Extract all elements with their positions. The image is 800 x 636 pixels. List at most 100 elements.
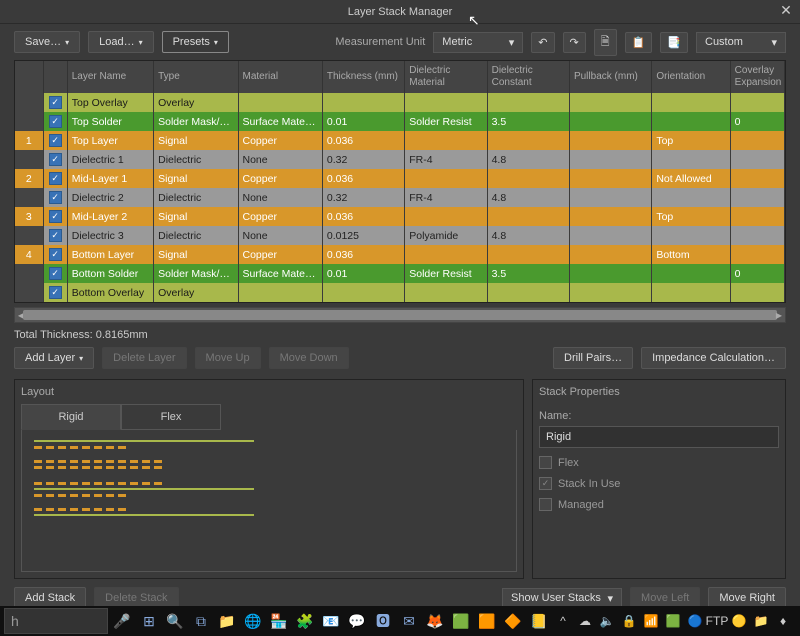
taskbar-app-icon[interactable]: 💬	[344, 608, 370, 634]
title-bar: Layer Stack Manager ✕	[0, 0, 800, 24]
row-checkbox[interactable]: ✓	[49, 172, 62, 185]
table-row[interactable]: 4✓Bottom LayerSignalCopper0.036Bottom	[15, 245, 785, 264]
tray-icon[interactable]: 🔈	[598, 612, 616, 630]
redo-button[interactable]: ↷	[563, 32, 586, 53]
row-checkbox[interactable]: ✓	[49, 191, 62, 204]
column-header[interactable]: Thickness (mm)	[322, 61, 404, 93]
undo-button[interactable]: ↶	[531, 32, 554, 53]
taskbar-app-icon[interactable]: 📁	[214, 608, 240, 634]
taskbar-app-icon[interactable]: 🏪	[266, 608, 292, 634]
taskbar-search[interactable]: h	[4, 608, 108, 634]
column-header[interactable]: Coverlay Expansion	[730, 61, 784, 93]
close-icon[interactable]: ✕	[778, 2, 794, 18]
table-row[interactable]: ✓Top OverlayOverlay	[15, 93, 785, 112]
column-header[interactable]	[15, 61, 43, 93]
taskbar-app-icon[interactable]: 🟩	[448, 608, 474, 634]
row-checkbox[interactable]: ✓	[49, 134, 62, 147]
taskbar-app-icon[interactable]: ⧉	[188, 608, 214, 634]
tray-icon[interactable]: 📶	[642, 612, 660, 630]
table-row[interactable]: ✓Dielectric 2DielectricNone0.32FR-44.8	[15, 188, 785, 207]
drill-pairs-button[interactable]: Drill Pairs…	[553, 347, 633, 369]
stack-in-use-label: Stack In Use	[558, 478, 620, 490]
taskbar-app-icon[interactable]: 🔶	[500, 608, 526, 634]
row-checkbox[interactable]: ✓	[49, 286, 62, 299]
taskbar-app-icon[interactable]: 📧	[318, 608, 344, 634]
column-header[interactable]: Material	[238, 61, 322, 93]
tray-icon[interactable]: FTP	[708, 612, 726, 630]
move-down-button[interactable]: Move Down	[269, 347, 349, 369]
tray-icon[interactable]: ☁	[576, 612, 594, 630]
taskbar-app-icon[interactable]: 🟧	[474, 608, 500, 634]
row-checkbox[interactable]: ✓	[49, 210, 62, 223]
column-header[interactable]: Dielectric Material	[405, 61, 487, 93]
measurement-unit-label: Measurement Unit	[335, 36, 425, 48]
tab-flex[interactable]: Flex	[121, 404, 221, 430]
custom-select[interactable]: Custom▾	[696, 32, 786, 53]
layout-title: Layout	[21, 386, 517, 398]
row-checkbox[interactable]: ✓	[49, 229, 62, 242]
tray-icon[interactable]: 🟩	[664, 612, 682, 630]
impedance-button[interactable]: Impedance Calculation…	[641, 347, 786, 369]
move-up-button[interactable]: Move Up	[195, 347, 261, 369]
table-row[interactable]: ✓Top SolderSolder Mask/Co…Surface Materi…	[15, 112, 785, 131]
save-button[interactable]: Save…▾	[14, 31, 80, 53]
taskbar-app-icon[interactable]: ⊞	[136, 608, 162, 634]
stack-in-use-checkbox[interactable]	[539, 477, 552, 490]
table-row[interactable]: ✓Bottom SolderSolder Mask/Co…Surface Mat…	[15, 264, 785, 283]
column-header[interactable]: Dielectric Constant	[487, 61, 569, 93]
table-row[interactable]: 2✓Mid-Layer 1SignalCopper0.036Not Allowe…	[15, 169, 785, 188]
row-checkbox[interactable]: ✓	[49, 267, 62, 280]
tool-b-button[interactable]: 📋	[625, 32, 653, 53]
mic-icon[interactable]: 🎤	[110, 608, 134, 634]
props-title: Stack Properties	[539, 386, 779, 398]
table-row[interactable]: ✓Dielectric 3DielectricNone0.0125Polyami…	[15, 226, 785, 245]
taskbar-app-icon[interactable]: ✉	[396, 608, 422, 634]
table-row[interactable]: ✓Bottom OverlayOverlay	[15, 283, 785, 302]
tray-icon[interactable]: 📁	[752, 612, 770, 630]
layer-actions: Add Layer▾ Delete Layer Move Up Move Dow…	[0, 347, 800, 375]
flex-checkbox[interactable]	[539, 456, 552, 469]
taskbar-app-icon[interactable]: 🅾	[370, 608, 396, 634]
table-row[interactable]: 1✓Top LayerSignalCopper0.036Top	[15, 131, 785, 150]
column-header[interactable]	[43, 61, 67, 93]
flex-label: Flex	[558, 457, 579, 469]
tab-rigid[interactable]: Rigid	[21, 404, 121, 430]
taskbar-app-icon[interactable]: 🧩	[292, 608, 318, 634]
taskbar-app-icon[interactable]: 📒	[526, 608, 552, 634]
load-button[interactable]: Load…▾	[88, 31, 154, 53]
taskbar-app-icon[interactable]: 🔍	[162, 608, 188, 634]
taskbar-app-icon[interactable]: 🦊	[422, 608, 448, 634]
column-header[interactable]: Layer Name	[67, 61, 153, 93]
taskbar-app-icon[interactable]: 🌐	[240, 608, 266, 634]
name-label: Name:	[539, 410, 779, 422]
presets-button[interactable]: Presets▾	[162, 31, 229, 53]
tool-a-button[interactable]: 🗎	[594, 29, 617, 56]
tray-icon[interactable]: ♦	[774, 612, 792, 630]
row-checkbox[interactable]: ✓	[49, 115, 62, 128]
stack-properties-panel: Stack Properties Name: Flex Stack In Use…	[532, 379, 786, 579]
layer-table: Layer NameTypeMaterialThickness (mm)Diel…	[14, 60, 786, 303]
table-header: Layer NameTypeMaterialThickness (mm)Diel…	[15, 61, 785, 93]
managed-checkbox[interactable]	[539, 498, 552, 511]
table-row[interactable]: ✓Dielectric 1DielectricNone0.32FR-44.8	[15, 150, 785, 169]
total-thickness-label: Total Thickness: 0.8165mm	[0, 323, 800, 347]
row-checkbox[interactable]: ✓	[49, 96, 62, 109]
tray-icon[interactable]: 🔵	[686, 612, 704, 630]
row-checkbox[interactable]: ✓	[49, 153, 62, 166]
managed-label: Managed	[558, 499, 604, 511]
tool-c-button[interactable]: 📑	[660, 32, 688, 53]
table-row[interactable]: 3✓Mid-Layer 2SignalCopper0.036Top	[15, 207, 785, 226]
delete-layer-button[interactable]: Delete Layer	[102, 347, 186, 369]
column-header[interactable]: Pullback (mm)	[569, 61, 651, 93]
tray-icon[interactable]: ^	[554, 612, 572, 630]
column-header[interactable]: Orientation	[652, 61, 730, 93]
tray-icon[interactable]: 🟡	[730, 612, 748, 630]
add-layer-button[interactable]: Add Layer▾	[14, 347, 94, 369]
horizontal-scrollbar[interactable]: ◀▶	[14, 307, 786, 323]
taskbar: h 🎤 ⊞🔍⧉📁🌐🏪🧩📧💬🅾✉🦊🟩🟧🔶📒 ^☁🔈🔒📶🟩🔵FTP🟡📁♦	[0, 606, 800, 636]
measurement-unit-select[interactable]: Metric▾	[433, 32, 523, 53]
name-input[interactable]	[539, 426, 779, 448]
column-header[interactable]: Type	[154, 61, 238, 93]
row-checkbox[interactable]: ✓	[49, 248, 62, 261]
tray-icon[interactable]: 🔒	[620, 612, 638, 630]
